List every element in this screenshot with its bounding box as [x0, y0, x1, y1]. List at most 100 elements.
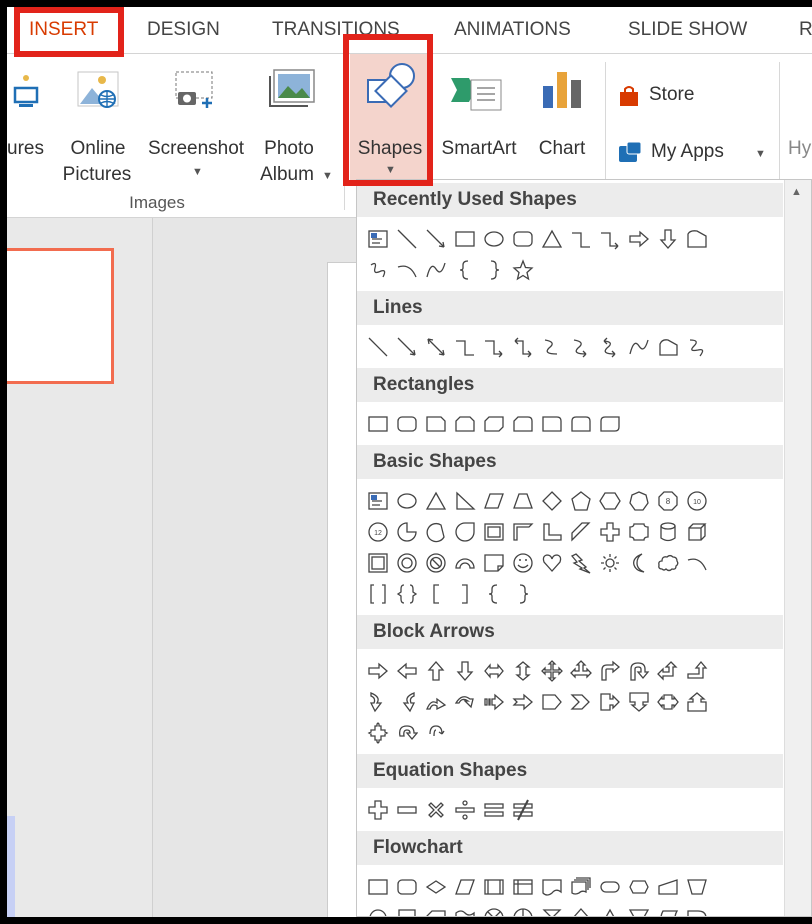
shape-heptagon-icon[interactable]: [624, 487, 653, 515]
shape-sort-icon[interactable]: [566, 904, 595, 916]
shape-l-shape-icon[interactable]: [537, 518, 566, 546]
shape-equal-icon[interactable]: [479, 796, 508, 824]
shape-octagon-icon[interactable]: 8: [653, 487, 682, 515]
shape-document-icon[interactable]: [537, 873, 566, 901]
shape-curve-icon[interactable]: [624, 333, 653, 361]
shape-up-callout-icon[interactable]: [682, 688, 711, 716]
shape-elbow-icon[interactable]: [566, 225, 595, 253]
shape-no-symbol-icon[interactable]: [421, 549, 450, 577]
shape-double-arrow-line-icon[interactable]: [421, 333, 450, 361]
shape-sun-icon[interactable]: [595, 549, 624, 577]
shape-oval-icon[interactable]: [479, 225, 508, 253]
shape-triangle-icon[interactable]: [537, 225, 566, 253]
shape-or-icon[interactable]: [508, 904, 537, 916]
shape-block-arc-icon[interactable]: [450, 549, 479, 577]
shape-arrow-line-icon[interactable]: [421, 225, 450, 253]
shape-rounded-rect-icon[interactable]: [508, 225, 537, 253]
shape-alternate-process-icon[interactable]: [392, 873, 421, 901]
shape-curved-up-icon[interactable]: [421, 688, 450, 716]
shape-left-brace-icon[interactable]: [450, 256, 479, 284]
shape-process-icon[interactable]: [363, 873, 392, 901]
smartart-button[interactable]: SmartArt: [431, 62, 521, 192]
shape-curve-icon[interactable]: [421, 256, 450, 284]
shapes-button[interactable]: Shapes ▼: [350, 54, 430, 184]
photo-album-button[interactable]: Photo Album ▼: [254, 62, 334, 192]
shape-multiply-icon[interactable]: [421, 796, 450, 824]
shape-chord-icon[interactable]: [421, 518, 450, 546]
shape-pie-icon[interactable]: [392, 518, 421, 546]
shape-minus-icon[interactable]: [392, 796, 421, 824]
shape-arc-icon[interactable]: [682, 549, 711, 577]
shape-curved-icon[interactable]: [537, 333, 566, 361]
shape-hexagon-icon[interactable]: [595, 487, 624, 515]
shape-stored-data-icon[interactable]: [653, 904, 682, 916]
shape-quad-callout-icon[interactable]: [363, 719, 392, 747]
shape-lightning-icon[interactable]: [566, 549, 595, 577]
shape-divide-icon[interactable]: [450, 796, 479, 824]
shape-bent-up-arrow-icon[interactable]: [682, 657, 711, 685]
shape-right-triangle-icon[interactable]: [450, 487, 479, 515]
shape-arc-icon[interactable]: [392, 256, 421, 284]
shape-pentagon-icon[interactable]: [566, 487, 595, 515]
shape-round-same-icon[interactable]: [566, 410, 595, 438]
shape-left-right-up-icon[interactable]: [566, 657, 595, 685]
shape-double-bracket-icon[interactable]: [363, 580, 392, 608]
shape-elbow-arrow-icon[interactable]: [595, 225, 624, 253]
shape-oval-icon[interactable]: [392, 487, 421, 515]
online-pictures-button[interactable]: Online Pictures: [62, 62, 132, 192]
shape-left-right-arrow-icon[interactable]: [479, 657, 508, 685]
tab-design[interactable]: DESIGN: [147, 19, 220, 41]
shape-right-arrow-icon[interactable]: [624, 225, 653, 253]
shape-star-icon[interactable]: [508, 256, 537, 284]
my-apps-button[interactable]: My Apps ▼: [617, 136, 767, 168]
shape-down-callout-icon[interactable]: [624, 688, 653, 716]
store-button[interactable]: Store: [617, 80, 717, 112]
shape-up-arrow-icon[interactable]: [421, 657, 450, 685]
shape-curved-arrow-icon[interactable]: [566, 333, 595, 361]
shape-elbow-arrow-icon[interactable]: [479, 333, 508, 361]
gallery-scrollbar[interactable]: ▲: [784, 180, 811, 916]
shape-can-icon[interactable]: [653, 518, 682, 546]
shape-terminator-icon[interactable]: [595, 873, 624, 901]
shape-right-arrow-icon[interactable]: [363, 657, 392, 685]
shape-left-arrow-icon[interactable]: [392, 657, 421, 685]
shape-elbow-icon[interactable]: [450, 333, 479, 361]
shape-curved-double-icon[interactable]: [595, 333, 624, 361]
shape-diamond-icon[interactable]: [537, 487, 566, 515]
shape-snip-same-icon[interactable]: [450, 410, 479, 438]
shape-down-arrow-icon[interactable]: [450, 657, 479, 685]
shape-summing-icon[interactable]: [479, 904, 508, 916]
shape-right-brace-icon[interactable]: [508, 580, 537, 608]
shape-data-icon[interactable]: [450, 873, 479, 901]
shape-textbox-icon[interactable]: [363, 487, 392, 515]
shape-preparation-icon[interactable]: [624, 873, 653, 901]
shape-textbox-icon[interactable]: [363, 225, 392, 253]
shape-left-brace-icon[interactable]: [479, 580, 508, 608]
shape-triangle-icon[interactable]: [421, 487, 450, 515]
shape-manual-operation-icon[interactable]: [682, 873, 711, 901]
shape-rounded-rect-icon[interactable]: [392, 410, 421, 438]
shape-left-bracket-icon[interactable]: [421, 580, 450, 608]
shape-chevron-icon[interactable]: [566, 688, 595, 716]
shape-snip-one-icon[interactable]: [421, 410, 450, 438]
shape-internal-storage-icon[interactable]: [508, 873, 537, 901]
scroll-up-arrow-icon[interactable]: ▲: [791, 186, 802, 198]
shape-trapezoid-icon[interactable]: [508, 487, 537, 515]
chart-button[interactable]: Chart: [527, 62, 597, 192]
shape-multidocument-icon[interactable]: [566, 873, 595, 901]
shape-bevel-icon[interactable]: [363, 549, 392, 577]
shape-manual-input-icon[interactable]: [653, 873, 682, 901]
shape-line-icon[interactable]: [363, 333, 392, 361]
shape-cloud-icon[interactable]: [653, 549, 682, 577]
shape-round-diag-icon[interactable]: [595, 410, 624, 438]
shape-right-callout-icon[interactable]: [595, 688, 624, 716]
shape-right-brace-icon[interactable]: [479, 256, 508, 284]
shape-down-arrow-icon[interactable]: [653, 225, 682, 253]
shape-round-one-icon[interactable]: [537, 410, 566, 438]
shape-dodecagon-icon[interactable]: 12: [363, 518, 392, 546]
shape-decision-icon[interactable]: [421, 873, 450, 901]
content-placeholder[interactable]: [7, 816, 15, 917]
shape-heart-icon[interactable]: [537, 549, 566, 577]
tab-animations[interactable]: ANIMATIONS: [454, 19, 571, 41]
shape-connector-icon[interactable]: [363, 904, 392, 916]
